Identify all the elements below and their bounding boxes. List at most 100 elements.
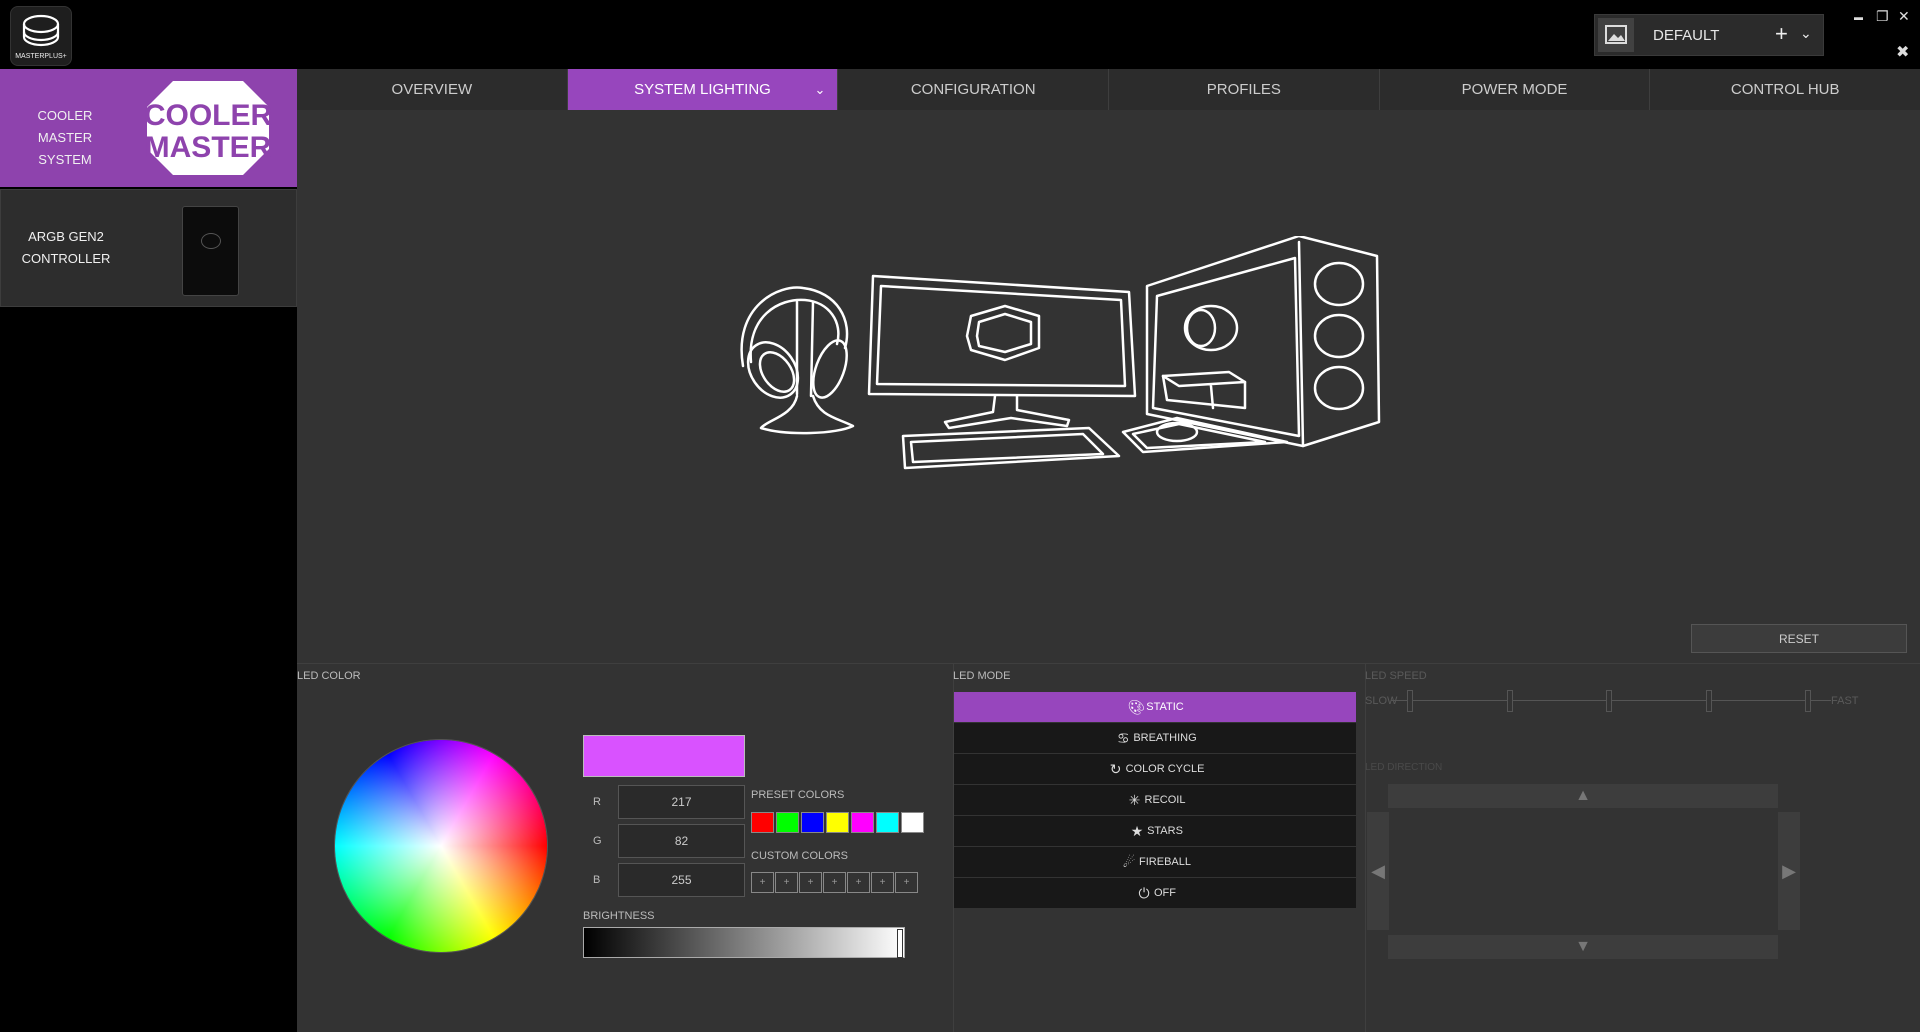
mode-fireball[interactable]: ☄ FIREBALL — [954, 847, 1356, 878]
b-label: B — [593, 874, 601, 886]
speed-tick[interactable] — [1606, 690, 1612, 712]
profile-name: DEFAULT — [1653, 27, 1720, 44]
red-value-input[interactable]: 217 — [618, 785, 745, 819]
preset-colors-title: PRESET COLORS — [751, 789, 845, 801]
preset-color-magenta[interactable] — [851, 812, 874, 833]
tab-power-mode[interactable]: POWER MODE — [1380, 69, 1651, 110]
device-label-line2: SYSTEM — [38, 152, 92, 167]
g-label: G — [593, 835, 602, 847]
argb-controller-image — [182, 206, 239, 296]
custom-color-slot[interactable]: + — [895, 872, 918, 893]
speed-slow-label: SLOW — [1365, 695, 1398, 707]
tab-configuration[interactable]: CONFIGURATION — [838, 69, 1110, 110]
tab-overview[interactable]: OVERVIEW — [297, 69, 568, 110]
preset-color-red[interactable] — [751, 812, 774, 833]
green-value-input[interactable]: 82 — [618, 824, 745, 858]
r-label: R — [593, 796, 601, 808]
mouse-icon — [1121, 416, 1289, 454]
brightness-slider-thumb[interactable] — [897, 929, 903, 958]
profile-selector[interactable]: DEFAULT + ⌄ — [1594, 14, 1824, 56]
device-label-line2: CONTROLLER — [21, 251, 111, 266]
led-speed-title: LED SPEED — [1365, 670, 1427, 682]
custom-color-slot[interactable]: + — [847, 872, 870, 893]
tab-label: OVERVIEW — [391, 81, 473, 98]
direction-down-button[interactable]: ▼ — [1388, 935, 1778, 959]
device-label: COOLER MASTER SYSTEM — [20, 105, 110, 171]
brightness-slider[interactable] — [583, 927, 905, 958]
speed-tick[interactable] — [1507, 690, 1513, 712]
led-color-title: LED COLOR — [297, 670, 361, 682]
direction-left-button[interactable]: ◀ — [1367, 812, 1389, 930]
tab-profiles[interactable]: PROFILES — [1109, 69, 1380, 110]
mode-color-cycle[interactable]: ↻ COLOR CYCLE — [954, 754, 1356, 785]
tab-label: PROFILES — [1206, 81, 1281, 98]
main-tabs: OVERVIEW SYSTEM LIGHTING ⌄ CONFIGURATION … — [297, 69, 1920, 111]
speed-tick[interactable] — [1706, 690, 1712, 712]
color-wheel[interactable] — [335, 740, 547, 952]
mode-label: BREATHING — [1133, 732, 1197, 744]
mode-breathing[interactable]: ♋︎ BREATHING — [954, 723, 1356, 754]
restore-icon[interactable]: ❐ — [1876, 8, 1889, 25]
pc-case-icon — [1145, 236, 1381, 448]
device-argb-gen2-controller[interactable]: ARGB GEN2 CONTROLLER — [0, 189, 297, 307]
add-profile-icon[interactable]: + — [1775, 21, 1788, 47]
tab-label: CONTROL HUB — [1730, 81, 1840, 98]
preset-color-cyan[interactable] — [876, 812, 899, 833]
speed-fast-label: FAST — [1831, 695, 1859, 707]
preset-color-yellow[interactable] — [826, 812, 849, 833]
speed-tick[interactable] — [1805, 690, 1811, 712]
device-sidebar: COOLER MASTER SYSTEM COOLER MASTER ARGB … — [0, 69, 297, 1032]
speed-tick[interactable] — [1407, 690, 1413, 712]
mode-recoil[interactable]: ✳ RECOIL — [954, 785, 1356, 816]
title-bar: MASTERPLUS+ DEFAULT + ⌄ ▬ ❐ ✕ ✖ — [0, 0, 1920, 69]
mode-label: COLOR CYCLE — [1125, 763, 1205, 775]
mode-off[interactable]: ⏻ OFF — [954, 878, 1356, 909]
monitor-icon — [867, 274, 1137, 430]
close-icon[interactable]: ✕ — [1898, 8, 1910, 25]
preset-color-blue[interactable] — [801, 812, 824, 833]
chevron-down-icon[interactable]: ⌄ — [1800, 25, 1812, 42]
svg-text:COOLER: COOLER — [144, 99, 273, 132]
panel-divider — [297, 663, 1920, 664]
svg-text:MASTER: MASTER — [145, 131, 272, 164]
system-illustration — [740, 236, 1381, 470]
custom-color-slot[interactable]: + — [775, 872, 798, 893]
mode-label: OFF — [1154, 887, 1176, 899]
tab-system-lighting[interactable]: SYSTEM LIGHTING ⌄ — [567, 69, 839, 110]
tab-label: SYSTEM LIGHTING — [634, 81, 771, 98]
direction-right-button[interactable]: ▶ — [1778, 812, 1800, 930]
app-logo[interactable]: MASTERPLUS+ — [10, 6, 72, 66]
headset-icon — [740, 286, 855, 435]
masterplus-logo-icon — [22, 14, 60, 47]
led-mode-list: 🎨︎STATIC ♋︎ BREATHING ↻ COLOR CYCLE ✳ RECOI… — [954, 692, 1356, 909]
pin-icon[interactable]: ✖ — [1896, 42, 1909, 62]
profile-image-button[interactable] — [1598, 18, 1634, 52]
chevron-down-icon[interactable]: ⌄ — [814, 69, 825, 110]
custom-color-slot[interactable]: + — [751, 872, 774, 893]
tab-control-hub[interactable]: CONTROL HUB — [1650, 69, 1920, 110]
lungs-icon: ♋︎ — [1117, 730, 1130, 747]
mode-static[interactable]: 🎨︎STATIC — [954, 692, 1356, 723]
blue-value-input[interactable]: 255 — [618, 863, 745, 897]
preset-color-white[interactable] — [901, 812, 924, 833]
led-direction-title: LED DIRECTION — [1365, 762, 1443, 773]
custom-color-slot[interactable]: + — [871, 872, 894, 893]
mode-stars[interactable]: ★ STARS — [954, 816, 1356, 847]
image-icon — [1605, 25, 1627, 44]
led-mode-title: LED MODE — [953, 670, 1011, 682]
window-controls: ▬ ❐ ✕ ✖ — [1850, 8, 1920, 68]
keyboard-icon — [901, 426, 1121, 470]
device-cooler-master-system[interactable]: COOLER MASTER SYSTEM COOLER MASTER — [0, 69, 297, 187]
custom-color-slot[interactable]: + — [799, 872, 822, 893]
palette-icon: 🎨︎ — [1127, 699, 1146, 716]
custom-color-slot[interactable]: + — [823, 872, 846, 893]
preset-color-green[interactable] — [776, 812, 799, 833]
minimize-icon[interactable]: ▬ — [1854, 12, 1863, 22]
mode-label: FIREBALL — [1139, 856, 1191, 868]
cooler-master-logo: COOLER MASTER — [144, 81, 273, 175]
tab-label: CONFIGURATION — [910, 81, 1036, 98]
main-panel: RESET LED COLOR R 217 G 82 B 255 PRESET … — [297, 110, 1920, 1032]
mode-label: STATIC — [1146, 701, 1184, 713]
reset-button[interactable]: RESET — [1691, 624, 1907, 653]
direction-up-button[interactable]: ▲ — [1388, 784, 1778, 808]
